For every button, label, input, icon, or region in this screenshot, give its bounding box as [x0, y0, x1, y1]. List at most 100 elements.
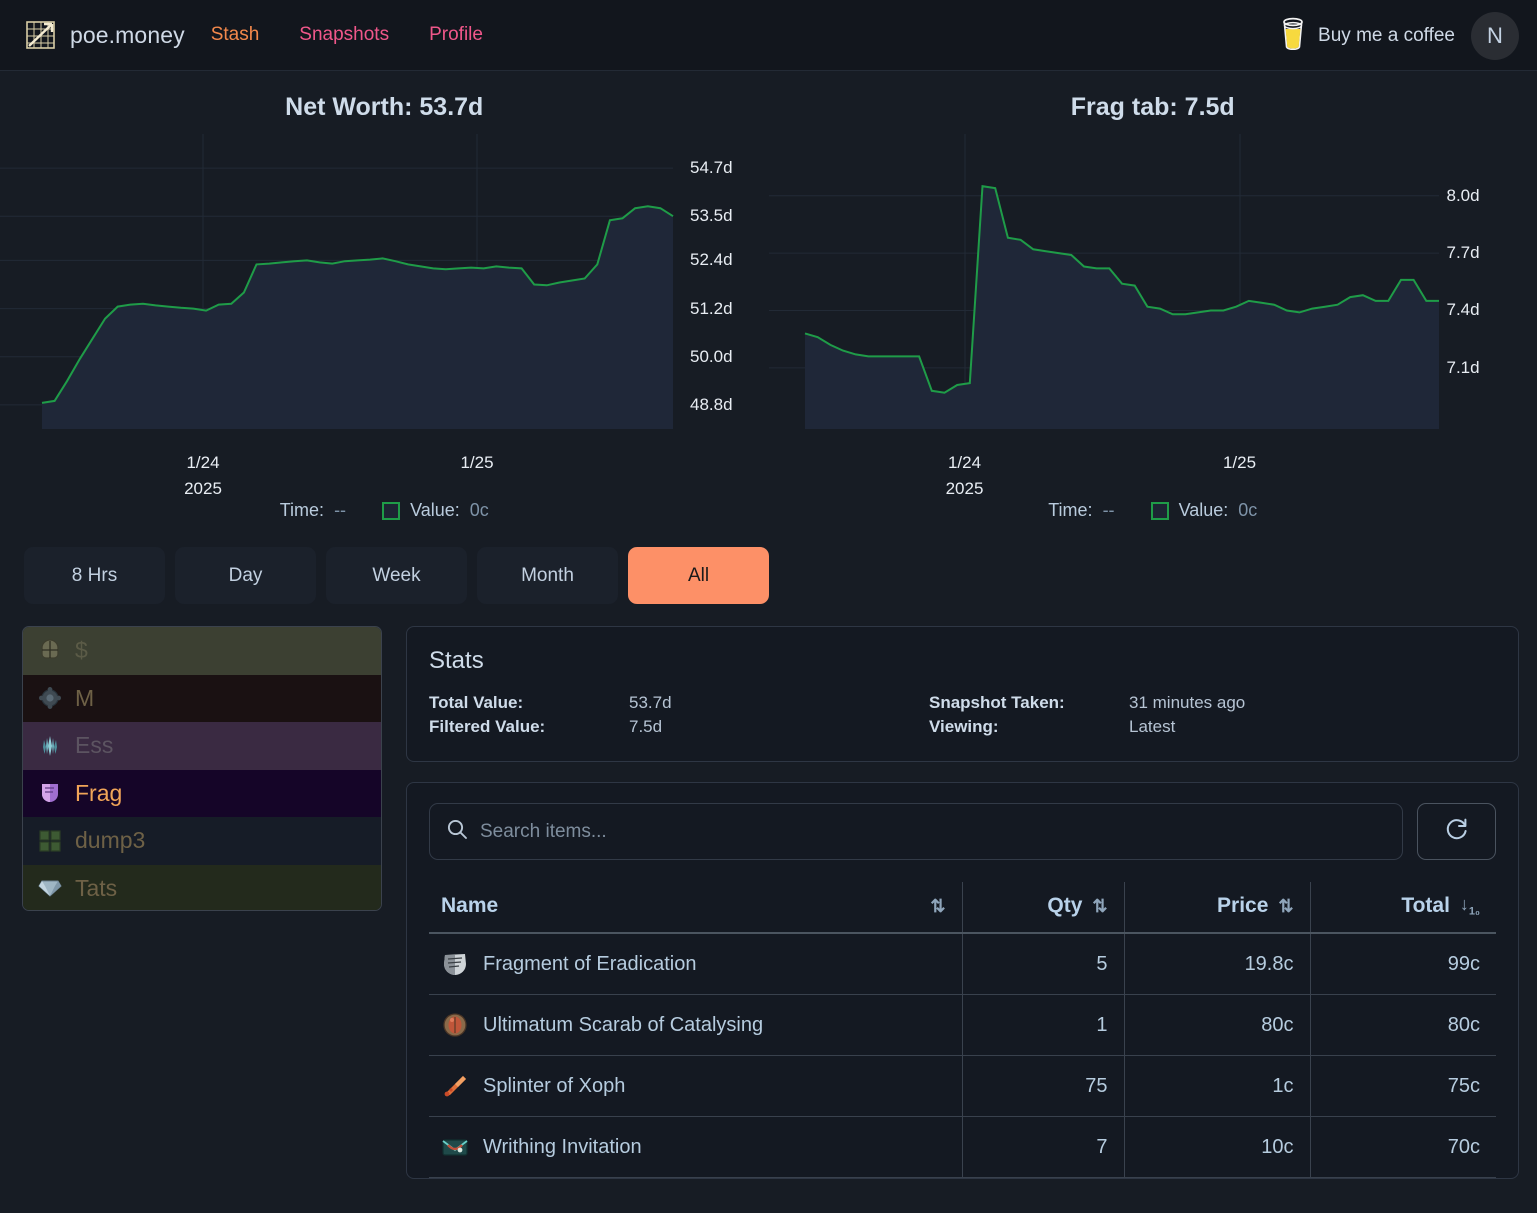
stash-tab-label: dump3 — [75, 827, 146, 854]
cell-name: Fragment of Eradication — [429, 933, 962, 995]
table-row[interactable]: Ultimatum Scarab of Catalysing 1 80c 80c — [429, 994, 1496, 1056]
stash-tab-label: M — [75, 684, 95, 711]
table-row[interactable]: Fragment of Eradication 5 19.8c 99c — [429, 933, 1496, 995]
x-axis-tick-label: 1/25 — [1222, 453, 1257, 472]
frag-tab-plot-svg[interactable] — [768, 134, 1537, 434]
refresh-icon — [1444, 816, 1470, 847]
filtered-value-label: Filtered Value: — [429, 717, 546, 736]
total-value-label: Total Value: — [429, 693, 524, 712]
y-axis-tick-label: 7.4d — [1446, 300, 1480, 320]
viewing: Latest — [1129, 717, 1176, 736]
cell-price: 1c — [1123, 1055, 1310, 1117]
column-label-name: Name — [441, 894, 499, 917]
column-header-qty[interactable]: Qty ⇅ — [961, 882, 1124, 934]
frag-tab-chart-title: Frag tab: 7.5d — [1070, 93, 1235, 121]
sort-both-icon[interactable]: ⇅ — [930, 896, 945, 917]
items-card: Name ⇅ Qty ⇅ Price — [406, 782, 1519, 1179]
nav-link-snapshots[interactable]: Snapshots — [299, 24, 389, 46]
invitation-icon — [441, 1133, 469, 1161]
table-header-row: Name ⇅ Qty ⇅ Price ⇅ Total ↓1₀ — [429, 882, 1496, 934]
cell-name: Writhing Invitation — [429, 1116, 962, 1178]
y-axis-tick-label: 54.7d — [690, 158, 733, 178]
x-axis-tick-label: 1/24 2025 — [945, 453, 984, 498]
y-axis-tick-label: 48.8d — [690, 394, 733, 414]
sort-both-icon[interactable]: ⇅ — [1278, 896, 1293, 917]
viewing-label: Viewing: — [929, 717, 999, 736]
stats-title: Stats — [429, 647, 484, 674]
column-label-qty: Qty — [1047, 894, 1083, 917]
refresh-button[interactable] — [1417, 803, 1496, 860]
column-header-total[interactable]: Total ↓1₀ — [1309, 882, 1496, 934]
frag-tab-plot[interactable]: 8.0d 7.7d 7.4d 7.1d — [768, 134, 1537, 434]
stash-tab-label: Tats — [75, 874, 118, 901]
x-axis-tick-label: 1/25 — [460, 453, 494, 472]
stash-tab-tats[interactable]: Tats — [23, 864, 381, 910]
quad-grid-icon — [37, 828, 63, 854]
range-button-month[interactable]: Month — [477, 547, 618, 604]
cell-qty: 75 — [961, 1055, 1124, 1117]
buy-me-a-coffee-button[interactable]: Buy me a coffee — [1278, 16, 1455, 55]
cell-total: 75c — [1309, 1055, 1496, 1117]
coffee-cup-icon — [1278, 16, 1308, 55]
stash-tab-m[interactable]: M — [23, 674, 381, 722]
nav-link-profile[interactable]: Profile — [429, 24, 483, 46]
stash-tab-label: Frag — [75, 779, 123, 806]
table-row[interactable]: Splinter of Xoph 75 1c 75c — [429, 1055, 1496, 1117]
cell-name: Ultimatum Scarab of Catalysing — [429, 994, 962, 1056]
helmet-icon — [37, 638, 63, 664]
stash-tab-ess[interactable]: Ess — [23, 722, 381, 770]
x-axis-tick-label: 1/24 2025 — [184, 453, 222, 498]
cell-price: 19.8c — [1123, 933, 1310, 995]
chart-grid-logo-icon[interactable] — [24, 18, 58, 52]
stash-tab-list: $ M Ess Frag dump3 Tats — [22, 626, 382, 911]
legend-time-label: Time: — [1048, 500, 1093, 520]
table-row[interactable]: Writhing Invitation 7 10c 70c — [429, 1116, 1496, 1178]
range-button-8-hrs[interactable]: 8 Hrs — [24, 547, 165, 604]
stash-tab-frag[interactable]: Frag — [23, 769, 381, 817]
search-box[interactable] — [429, 803, 1403, 860]
stash-tab-dump3[interactable]: dump3 — [23, 817, 381, 865]
search-row — [429, 803, 1496, 860]
item-name: Splinter of Xoph — [483, 1074, 626, 1097]
stats-column-left: Total Value: Filtered Value: 53.7d 7.5d — [429, 691, 929, 739]
net-worth-plot-svg[interactable] — [0, 134, 768, 434]
legend-time-value: -- — [1102, 500, 1115, 520]
cell-name: Splinter of Xoph — [429, 1055, 962, 1117]
avatar[interactable]: N — [1471, 11, 1519, 60]
nav-link-stash[interactable]: Stash — [211, 24, 260, 46]
snapshot-taken: 31 minutes ago — [1129, 693, 1246, 712]
column-header-price[interactable]: Price ⇅ — [1123, 882, 1310, 934]
legend-value-value: 0c — [1238, 500, 1258, 520]
cell-total: 70c — [1309, 1116, 1496, 1178]
scarab-icon — [441, 1011, 469, 1039]
search-input[interactable] — [480, 820, 1386, 843]
range-button-week[interactable]: Week — [326, 547, 467, 604]
range-button-day[interactable]: Day — [175, 547, 316, 604]
item-name: Writhing Invitation — [483, 1135, 642, 1158]
net-worth-x-axis: 1/24 2025 1/25 — [0, 434, 769, 498]
cell-total: 80c — [1309, 994, 1496, 1056]
stats-card: Stats Total Value: Filtered Value: 53.7d… — [406, 626, 1519, 762]
cell-qty: 5 — [961, 933, 1124, 995]
nav-links: Stash Snapshots Profile — [211, 24, 483, 46]
legend-color-swatch — [1150, 501, 1169, 520]
sort-both-icon[interactable]: ⇅ — [1092, 896, 1107, 917]
snapshot-taken-label: Snapshot Taken: — [929, 693, 1065, 712]
stash-tab-[interactable]: $ — [23, 627, 381, 675]
legend-value-label: Value: — [1178, 500, 1229, 520]
essence-icon — [37, 733, 63, 759]
net-worth-plot[interactable]: 54.7d 53.5d 52.4d 51.2d 50.0d 48.8d — [0, 134, 769, 434]
range-button-all[interactable]: All — [628, 547, 769, 604]
sort-desc-numeric-icon[interactable]: ↓1₀ — [1460, 894, 1480, 918]
net-worth-y-axis: 54.7d 53.5d 52.4d 51.2d 50.0d 48.8d — [690, 134, 762, 434]
brand-name[interactable]: poe.money — [70, 22, 185, 49]
legend-value-value: 0c — [469, 500, 489, 520]
legend-time-label: Time: — [279, 500, 325, 520]
navbar-right: Buy me a coffee N — [1278, 0, 1519, 71]
net-worth-chart-title: Net Worth: 53.7d — [285, 93, 484, 121]
items-table: Name ⇅ Qty ⇅ Price ⇅ Total ↓1₀ Fragment … — [429, 882, 1496, 1178]
main-content: $ M Ess Frag dump3 Tats Stats Total Value: Fi… — [0, 604, 1537, 1179]
total-value: 53.7d — [629, 693, 672, 712]
column-header-name[interactable]: Name ⇅ — [429, 882, 962, 934]
cell-price: 10c — [1123, 1116, 1310, 1178]
